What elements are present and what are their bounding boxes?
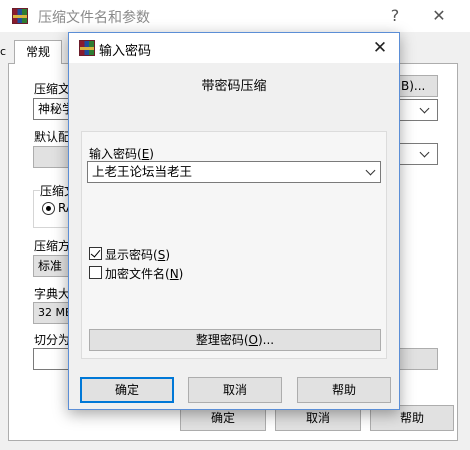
help-icon[interactable]: ?: [381, 4, 409, 28]
tab-general[interactable]: 常规: [14, 40, 62, 64]
password-label: 输入密码(E): [89, 145, 154, 162]
chevron-down-icon: [419, 103, 430, 114]
archive-name-label: 压缩文: [34, 82, 68, 96]
encrypt-filenames-accel: N: [169, 267, 179, 281]
password-label-end: ): [149, 147, 154, 161]
close-icon[interactable]: ✕: [367, 36, 393, 60]
browse-button[interactable]: B)...: [398, 75, 438, 97]
dictionary-size-select[interactable]: 32 MB: [33, 302, 69, 324]
archive-format-label: 压缩文: [40, 182, 70, 199]
winrar-app-icon: [79, 40, 95, 56]
show-password-end: ): [165, 248, 170, 262]
encrypt-filenames-label: 加密文件名(N): [105, 265, 183, 282]
profile-button[interactable]: [33, 146, 69, 168]
encrypt-filenames-checkbox[interactable]: [89, 266, 102, 279]
compression-method-label: 压缩方: [34, 239, 68, 253]
split-volumes-label: 切分为: [34, 333, 68, 347]
organize-passwords-end: )...: [258, 333, 275, 347]
check-icon: [90, 247, 101, 258]
dialog-help-button[interactable]: 帮助: [297, 377, 391, 403]
dictionary-size-label: 字典大: [34, 287, 68, 301]
dialog-cancel-button[interactable]: 取消: [188, 377, 282, 403]
default-profile-label: 默认配: [34, 130, 68, 144]
set-password-button[interactable]: [398, 348, 438, 370]
organize-passwords-accel: O: [248, 333, 258, 347]
rar-format-radio[interactable]: [42, 202, 55, 215]
winrar-app-icon: [12, 8, 28, 24]
tab-edge-text: c: [0, 45, 7, 58]
window-title: 压缩文件名和参数: [38, 10, 150, 26]
chevron-down-icon: [419, 147, 430, 158]
dialog-title: 输入密码: [99, 44, 152, 59]
close-icon[interactable]: ✕: [425, 4, 453, 28]
password-label-text: 输入密码(: [89, 147, 142, 161]
password-input[interactable]: 上老王论坛当老王: [87, 161, 381, 183]
compression-method-select[interactable]: 标准: [33, 255, 69, 277]
show-password-checkbox[interactable]: [89, 247, 102, 260]
show-password-label: 显示密码(S): [105, 246, 170, 263]
encrypt-filenames-text: 加密文件名(: [105, 267, 170, 281]
dialog-header: 带密码压缩: [201, 79, 267, 94]
dialog-ok-button[interactable]: 确定: [80, 377, 174, 403]
archive-name-input[interactable]: 神秘学: [33, 98, 69, 120]
enter-password-dialog: 输入密码 ✕ 带密码压缩 输入密码(E) 上老王论坛当老王 显示密码(S) 加密…: [68, 32, 400, 410]
organize-passwords-button[interactable]: 整理密码(O)...: [89, 329, 381, 351]
split-volumes-input[interactable]: [33, 348, 69, 370]
archive-name-dropdown[interactable]: [398, 99, 438, 121]
update-mode-dropdown[interactable]: [398, 143, 438, 165]
show-password-text: 显示密码(: [105, 248, 158, 262]
organize-passwords-text: 整理密码(: [195, 333, 249, 347]
encrypt-filenames-end: ): [178, 267, 184, 281]
